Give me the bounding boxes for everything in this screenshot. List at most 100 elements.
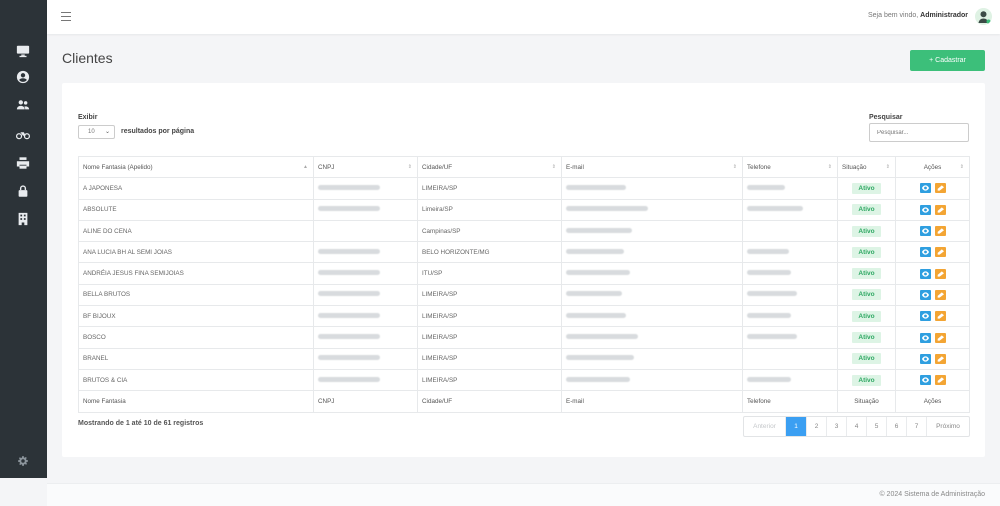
- edit-button[interactable]: [934, 204, 946, 215]
- cell-name: ALINE DO CENA: [78, 219, 314, 243]
- cell-actions: [895, 177, 970, 200]
- cell-cnpj: [313, 177, 418, 200]
- cell-city: ITU/SP: [417, 262, 562, 285]
- eye-icon: [921, 207, 929, 213]
- page-title: Clientes: [62, 50, 113, 66]
- lock-icon[interactable]: [14, 182, 32, 200]
- cell-cnpj: [313, 283, 418, 307]
- cell-status: Ativo: [837, 198, 896, 221]
- add-client-button[interactable]: + Cadastrar: [910, 50, 985, 71]
- pagination-page-7[interactable]: 7: [907, 417, 927, 436]
- search-label: Pesquisar: [869, 114, 903, 121]
- motorcycle-icon[interactable]: [14, 125, 32, 143]
- avatar[interactable]: [975, 8, 992, 25]
- pagination-next[interactable]: Próximo: [927, 417, 969, 436]
- redacted-value: [747, 334, 797, 340]
- gear-icon[interactable]: [14, 452, 32, 470]
- edit-button[interactable]: [934, 311, 946, 322]
- eye-icon: [921, 377, 929, 383]
- edit-button[interactable]: [934, 353, 946, 364]
- edit-button[interactable]: [934, 289, 946, 300]
- col-header-name[interactable]: Nome Fantasia (Apelido) ▲: [78, 155, 314, 179]
- length-label: Exibir: [78, 114, 98, 121]
- cell-phone: [742, 283, 838, 307]
- cell-status: Ativo: [837, 326, 896, 349]
- cell-email: [561, 219, 743, 243]
- clients-table: Nome Fantasia (Apelido) ▲ CNPJ ⇕ Cidade/UF…: [78, 155, 970, 413]
- welcome-prefix: Seja bem vindo,: [868, 12, 919, 19]
- cell-name: BOSCO: [78, 326, 314, 349]
- pagination-page-4[interactable]: 4: [847, 417, 867, 436]
- search-input[interactable]: [869, 123, 969, 142]
- cell-name: ANDRÉIA JESUS FINA SEMIJOIAS: [78, 262, 314, 285]
- add-button-label: + Cadastrar: [929, 57, 966, 64]
- cell-email: [561, 198, 743, 221]
- edit-button[interactable]: [934, 268, 946, 279]
- cell-cnpj: [313, 219, 418, 243]
- status-badge: Ativo: [852, 204, 881, 216]
- user-name[interactable]: Administrador: [920, 12, 968, 19]
- printer-icon[interactable]: [14, 154, 32, 172]
- status-badge: Ativo: [852, 289, 881, 301]
- view-button[interactable]: [919, 289, 931, 300]
- redacted-value: [318, 206, 380, 212]
- view-button[interactable]: [919, 353, 931, 364]
- view-button[interactable]: [919, 226, 931, 237]
- page-length-select[interactable]: 10 ⌄: [78, 125, 115, 139]
- eye-icon: [921, 185, 929, 192]
- view-button[interactable]: [919, 311, 931, 322]
- view-button[interactable]: [919, 268, 931, 279]
- monitor-icon[interactable]: [14, 42, 32, 60]
- hamburger-menu-icon[interactable]: [61, 12, 71, 21]
- redacted-value: [318, 312, 380, 318]
- pencil-icon: [937, 228, 944, 234]
- edit-button[interactable]: [934, 183, 946, 194]
- redacted-value: [566, 270, 630, 276]
- col-header-cnpj[interactable]: CNPJ ⇕: [313, 155, 418, 179]
- cell-email: [561, 347, 743, 370]
- edit-button[interactable]: [934, 226, 946, 237]
- sort-asc-icon: ▲: [303, 164, 308, 170]
- col-header-actions[interactable]: Ações ⇕: [895, 155, 970, 179]
- cell-phone: [742, 241, 838, 264]
- pagination-page-6[interactable]: 6: [887, 417, 907, 436]
- users-icon[interactable]: [14, 96, 32, 114]
- view-button[interactable]: [919, 332, 931, 343]
- pagination-page-2[interactable]: 2: [807, 417, 827, 436]
- pagination-page-5[interactable]: 5: [867, 417, 887, 436]
- table-row: A JAPONESA LIMEIRA/SP Ativo: [78, 177, 970, 200]
- redacted-value: [318, 248, 380, 254]
- cell-city: LIMEIRA/SP: [417, 326, 562, 349]
- col-header-status[interactable]: Situação ⇕: [837, 155, 896, 179]
- building-icon[interactable]: [14, 210, 32, 228]
- pagination-previous[interactable]: Anterior: [744, 417, 786, 436]
- col-header-phone[interactable]: Telefone ⇕: [742, 155, 838, 179]
- cell-cnpj: [313, 262, 418, 285]
- redacted-value: [318, 270, 380, 276]
- user-circle-icon[interactable]: [14, 68, 32, 86]
- edit-button[interactable]: [934, 375, 946, 386]
- cell-status: Ativo: [837, 177, 896, 200]
- edit-button[interactable]: [934, 332, 946, 343]
- cell-cnpj: [313, 305, 418, 328]
- eye-icon: [921, 356, 929, 362]
- col-header-email[interactable]: E-mail ⇕: [561, 155, 743, 179]
- col-header-city[interactable]: Cidade/UF ⇕: [417, 155, 562, 179]
- cell-city: Limeira/SP: [417, 198, 562, 221]
- eye-icon: [921, 271, 929, 277]
- view-button[interactable]: [919, 247, 931, 258]
- cell-city: Campinas/SP: [417, 219, 562, 243]
- cell-actions: [895, 198, 970, 221]
- pencil-icon: [937, 185, 944, 192]
- view-button[interactable]: [919, 375, 931, 386]
- edit-button[interactable]: [934, 247, 946, 258]
- cell-email: [561, 368, 743, 392]
- view-button[interactable]: [919, 183, 931, 194]
- redacted-value: [747, 312, 791, 318]
- pencil-icon: [937, 313, 944, 319]
- view-button[interactable]: [919, 204, 931, 215]
- redacted-value: [747, 270, 791, 276]
- pagination-page-3[interactable]: 3: [827, 417, 847, 436]
- redacted-value: [566, 355, 634, 361]
- pagination-page-1[interactable]: 1: [786, 417, 807, 436]
